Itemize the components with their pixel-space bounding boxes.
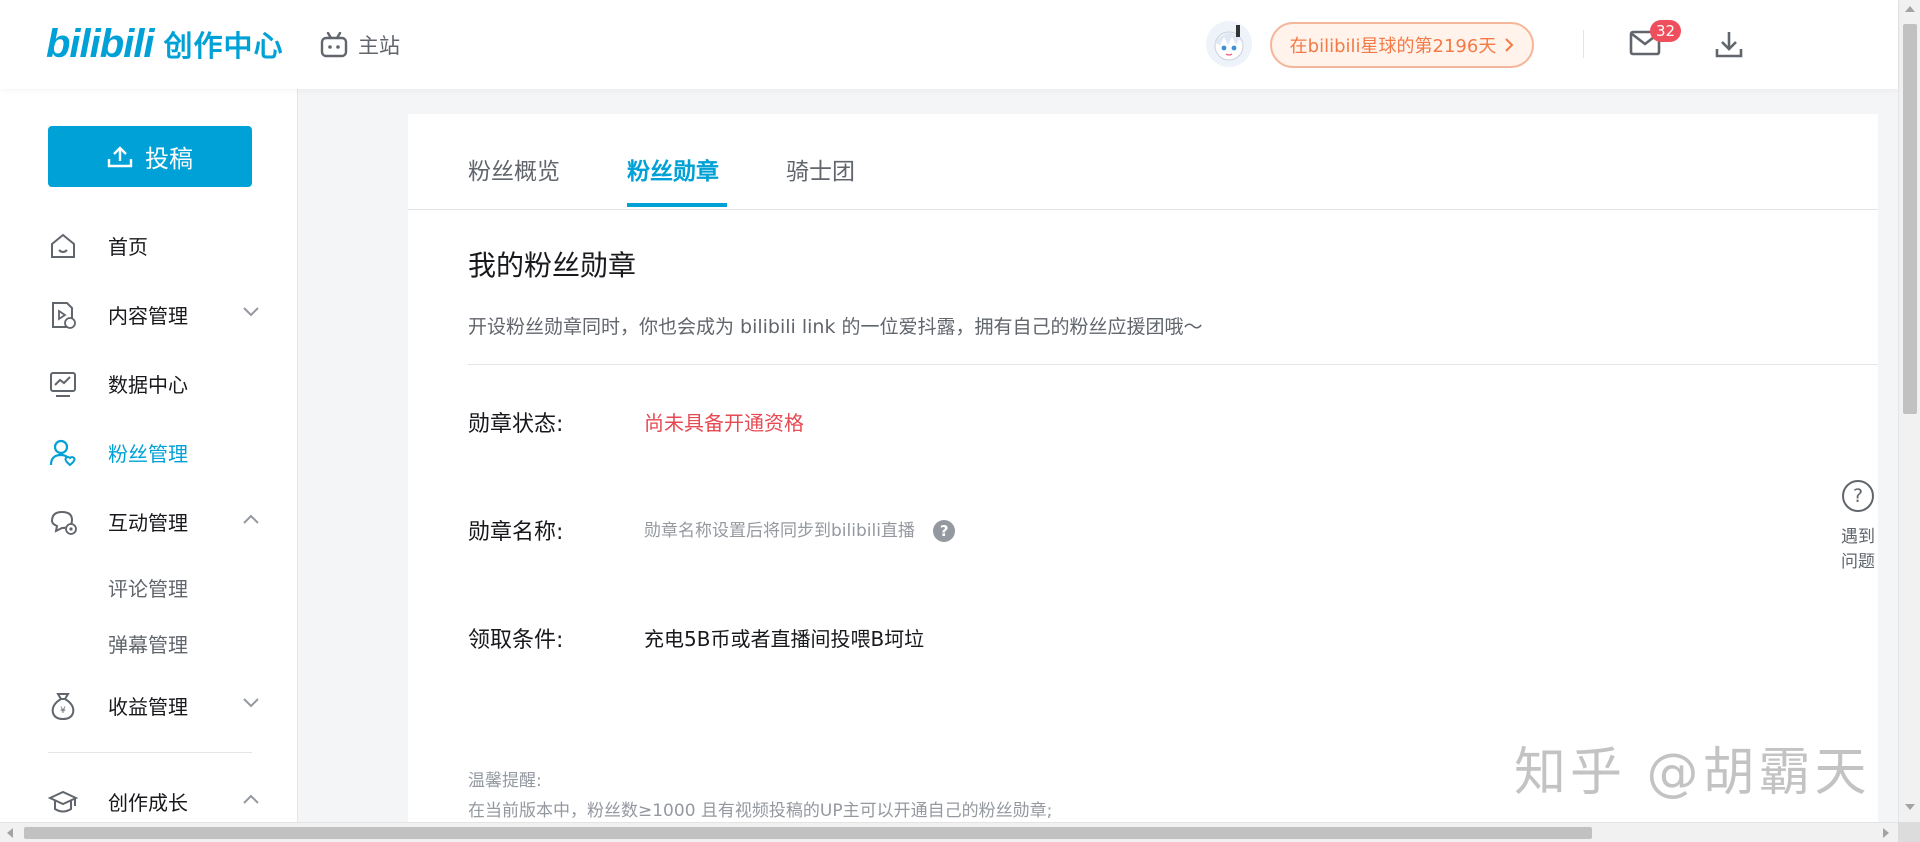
- tv-icon: [320, 32, 348, 58]
- graduation-cap-icon: [48, 790, 78, 813]
- sidebar-item-label: 数据中心: [108, 372, 188, 397]
- sidebar-item-interaction[interactable]: 互动管理: [0, 499, 297, 543]
- scroll-down-arrow-icon[interactable]: [1905, 804, 1915, 810]
- chevron-right-icon: [1505, 38, 1514, 52]
- mainsite-label: 主站: [358, 34, 400, 58]
- home-icon: [51, 233, 75, 258]
- scrollbar-corner: [1898, 822, 1920, 842]
- sidebar-item-revenue[interactable]: ¥ 收益管理: [0, 683, 297, 727]
- svg-text:¥: ¥: [60, 706, 66, 716]
- vertical-scrollbar[interactable]: [1898, 0, 1920, 822]
- sidebar-item-data-center[interactable]: 数据中心: [0, 361, 297, 405]
- logo-subtitle: 创作中心: [163, 29, 284, 63]
- claim-condition-label: 领取条件:: [468, 628, 564, 653]
- tips-title: 温馨提醒:: [468, 771, 542, 791]
- mainsite-link[interactable]: 主站: [320, 30, 400, 60]
- top-header: bilibili 创作中心 主站 在bilibili星球的第2196天 32: [0, 0, 1898, 89]
- bilibili-logo: bilibili: [46, 21, 155, 66]
- sidebar-subitem-comments[interactable]: 评论管理: [108, 573, 188, 602]
- help-float-line2: 问题: [1841, 552, 1875, 572]
- horizontal-scrollbar[interactable]: [0, 822, 1898, 842]
- sidebar-item-home[interactable]: 首页: [0, 223, 297, 267]
- money-bag-icon: ¥: [51, 693, 75, 721]
- sidebar-item-fans[interactable]: 粉丝管理: [0, 430, 297, 474]
- zhihu-watermark: 知乎 @胡霸天: [1514, 743, 1871, 803]
- chevron-up-icon: [243, 794, 259, 804]
- sidebar-item-content[interactable]: 内容管理: [0, 292, 297, 336]
- sidebar-subitem-danmaku[interactable]: 弹幕管理: [108, 629, 188, 658]
- chevron-up-icon: [243, 514, 259, 524]
- active-tab-indicator: [627, 203, 727, 207]
- medal-name-hint: 勋章名称设置后将同步到bilibili直播: [644, 521, 915, 541]
- claim-condition-value: 充电5B币或者直播间投喂B坷垃: [644, 627, 925, 651]
- download-button[interactable]: [1714, 29, 1744, 63]
- upload-label: 投稿: [145, 145, 193, 173]
- section-title: 我的粉丝勋章: [468, 249, 637, 282]
- medal-name-label: 勋章名称:: [468, 520, 564, 545]
- sidebar-item-label: 收益管理: [108, 694, 188, 719]
- sidebar-item-label: 互动管理: [108, 510, 188, 535]
- creator-center-logo[interactable]: bilibili 创作中心: [46, 20, 284, 68]
- content-file-icon: [52, 302, 76, 329]
- avatar-image: [1214, 25, 1244, 61]
- help-float-line1: 遇到: [1841, 527, 1875, 547]
- tab-fan-medal[interactable]: 粉丝勋章: [627, 152, 719, 186]
- medal-status-value: 尚未具备开通资格: [644, 411, 804, 435]
- upload-icon: [107, 145, 133, 167]
- scroll-up-arrow-icon[interactable]: [1905, 6, 1915, 12]
- download-icon: [1715, 32, 1743, 58]
- scroll-right-arrow-icon[interactable]: [1883, 828, 1889, 838]
- question-circle-icon: ?: [1842, 480, 1874, 512]
- chat-bubble-icon: [50, 510, 77, 535]
- sidebar-item-label: 内容管理: [108, 303, 188, 328]
- tab-knight-group[interactable]: 骑士团: [786, 152, 855, 186]
- medal-name-hint-row: 勋章名称设置后将同步到bilibili直播 ?: [644, 516, 956, 542]
- sidebar-item-label: 粉丝管理: [108, 441, 188, 466]
- section-divider: [468, 364, 1878, 365]
- header-divider: [1583, 30, 1584, 58]
- tips-line: 在当前版本中，粉丝数≥1000 且有视频投稿的UP主可以开通自己的粉丝勋章;: [468, 801, 1053, 821]
- chevron-down-icon: [243, 698, 259, 708]
- vertical-scroll-thumb[interactable]: [1903, 24, 1917, 414]
- horizontal-scroll-thumb[interactable]: [24, 827, 1592, 839]
- chevron-down-icon: [243, 307, 259, 317]
- avatar[interactable]: [1206, 21, 1252, 67]
- fan-user-icon: [49, 439, 76, 467]
- days-label: 在bilibili星球的第2196天: [1289, 36, 1497, 57]
- chart-icon: [50, 372, 76, 397]
- unread-count-badge: 32: [1650, 20, 1682, 42]
- sidebar-divider: [48, 752, 252, 753]
- section-description: 开设粉丝勋章同时，你也会成为 bilibili link 的一位爱抖露，拥有自己…: [468, 316, 1203, 338]
- upload-button[interactable]: 投稿: [48, 126, 252, 187]
- sidebar-item-label: 首页: [108, 234, 148, 259]
- scroll-left-arrow-icon[interactable]: [7, 828, 13, 838]
- help-question-icon[interactable]: ?: [933, 519, 956, 542]
- fan-medal-card: 粉丝概览 粉丝勋章 骑士团 我的粉丝勋章 开设粉丝勋章同时，你也会成为 bili…: [408, 114, 1878, 822]
- sidebar-item-growth[interactable]: 创作成长: [0, 779, 297, 823]
- sidebar-item-label: 创作成长: [108, 790, 188, 815]
- sidebar: 投稿 首页 内容管理 数据中心 粉丝管理 互动管理 评论管理 弹幕管理 ¥ 收益…: [0, 89, 298, 822]
- help-float-button[interactable]: ? 遇到 问题: [1830, 480, 1886, 572]
- days-on-planet-button[interactable]: 在bilibili星球的第2196天: [1270, 22, 1534, 68]
- tab-fan-overview[interactable]: 粉丝概览: [468, 152, 560, 186]
- medal-status-label: 勋章状态:: [468, 412, 564, 437]
- tab-bar: 粉丝概览 粉丝勋章 骑士团: [408, 114, 1878, 210]
